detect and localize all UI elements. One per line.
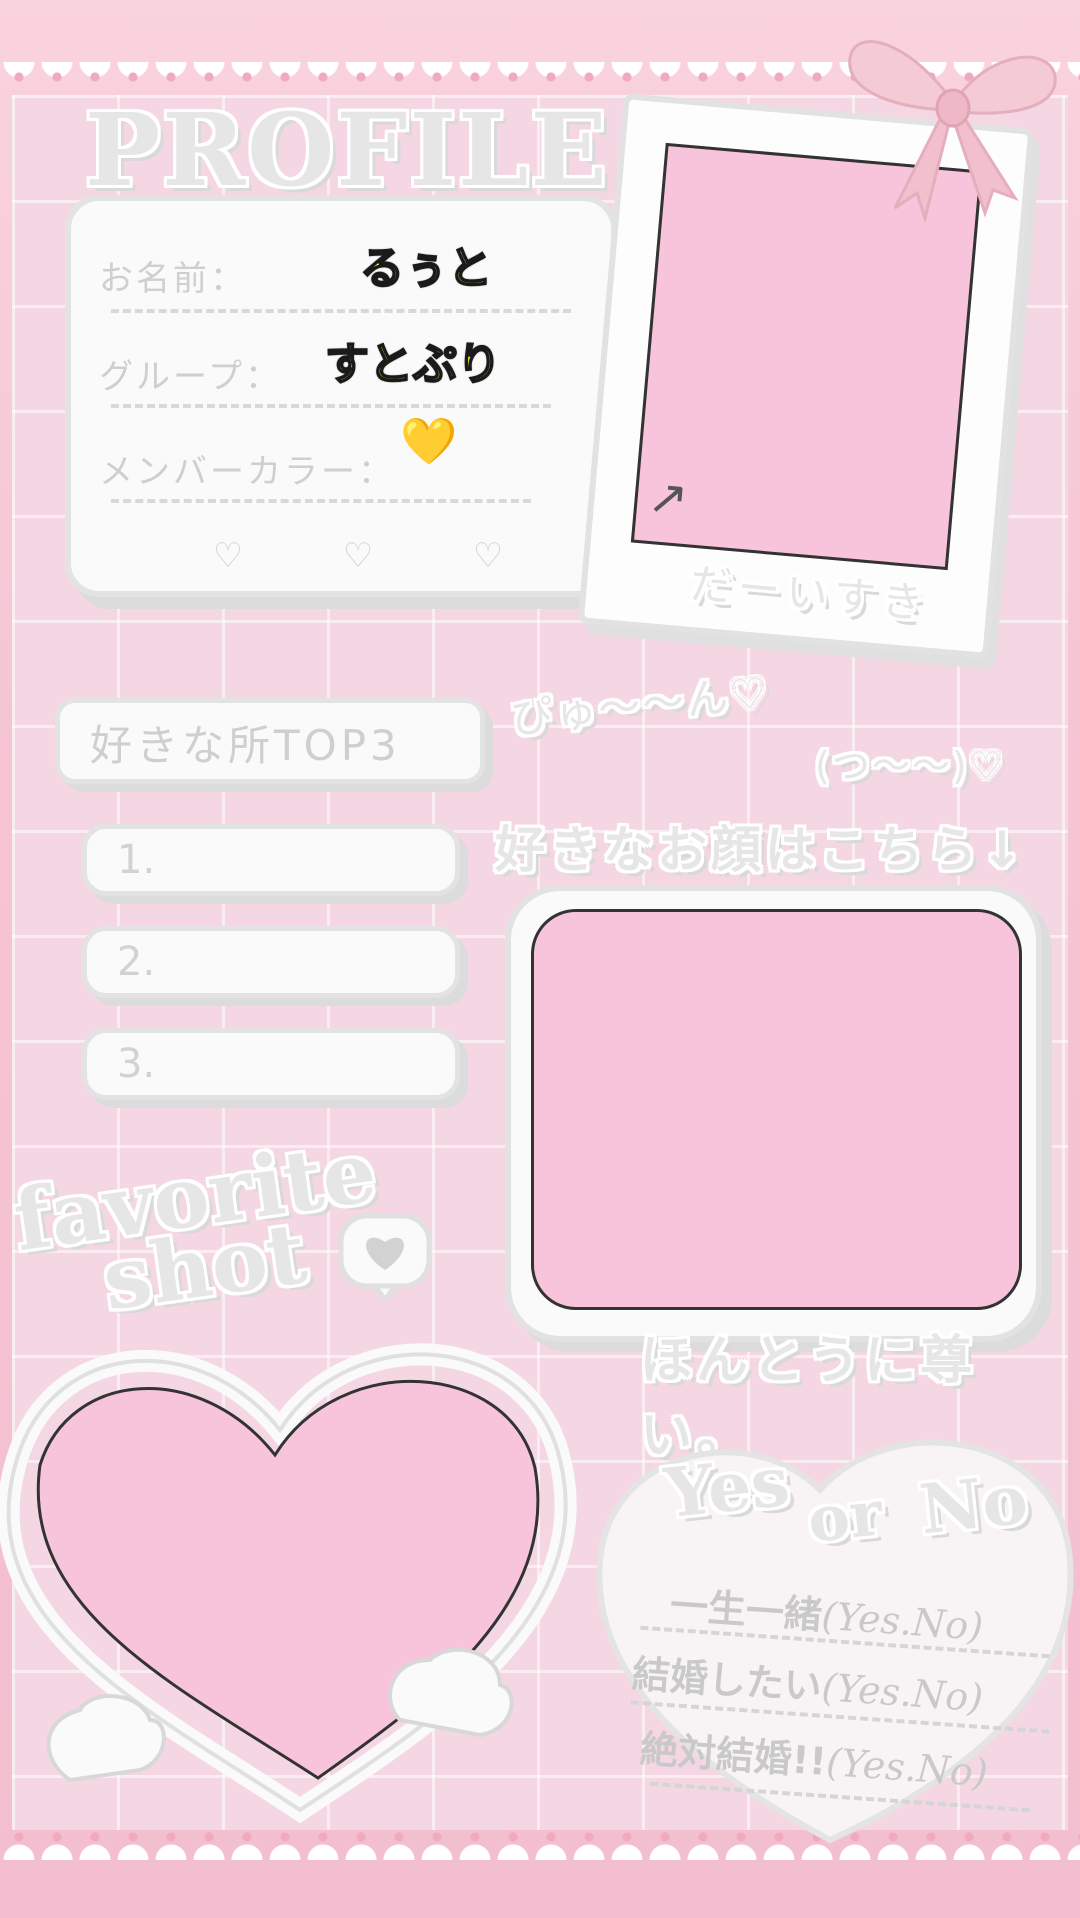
or-title: or bbox=[804, 1476, 886, 1557]
no-title: No bbox=[916, 1459, 1032, 1551]
face-frame bbox=[505, 885, 1042, 1342]
group-value[interactable]: すとぷり bbox=[324, 328, 502, 392]
top3-title: 好きな所TOP3 bbox=[55, 698, 485, 784]
rank-1-field[interactable]: 1. bbox=[82, 824, 460, 896]
heart-icon: ♡ bbox=[472, 536, 504, 576]
rank-2-field[interactable]: 2. bbox=[82, 926, 460, 998]
member-color-label: メンバーカラー： bbox=[99, 452, 395, 492]
divider bbox=[111, 404, 551, 408]
favorite-face-heading: 好きなお顔はこちら↓ bbox=[495, 821, 1027, 879]
rank-3-field[interactable]: 3. bbox=[82, 1028, 460, 1100]
yes-no-options[interactable]: (Yes.No) bbox=[825, 1740, 989, 1795]
speech-heart-icon bbox=[338, 1213, 432, 1302]
kaomoji-2: (つ〜〜)♡ bbox=[815, 744, 1005, 788]
name-value[interactable]: るぅと bbox=[359, 232, 493, 296]
group-label: グループ： bbox=[99, 357, 282, 397]
heart-icon: ♡ bbox=[342, 536, 374, 576]
arrow-doodle-icon: ↗ bbox=[645, 468, 691, 528]
ribbon-bow-icon bbox=[848, 40, 1057, 224]
yes-no-options[interactable]: (Yes.No) bbox=[820, 1665, 984, 1720]
heart-icon: ♡ bbox=[212, 536, 244, 576]
member-color-heart-icon[interactable]: 💛 bbox=[400, 418, 457, 464]
profile-card: お名前： グループ： メンバーカラー： ♡ ♡ ♡ bbox=[65, 195, 617, 597]
profile-title: PROFILE bbox=[85, 91, 609, 209]
divider bbox=[111, 499, 531, 503]
face-photo-slot[interactable] bbox=[531, 909, 1022, 1310]
yes-title: Yes bbox=[661, 1441, 794, 1535]
divider bbox=[111, 309, 571, 313]
name-label: お名前： bbox=[99, 259, 247, 299]
favorite-shot-heart-frame bbox=[0, 1343, 577, 1824]
